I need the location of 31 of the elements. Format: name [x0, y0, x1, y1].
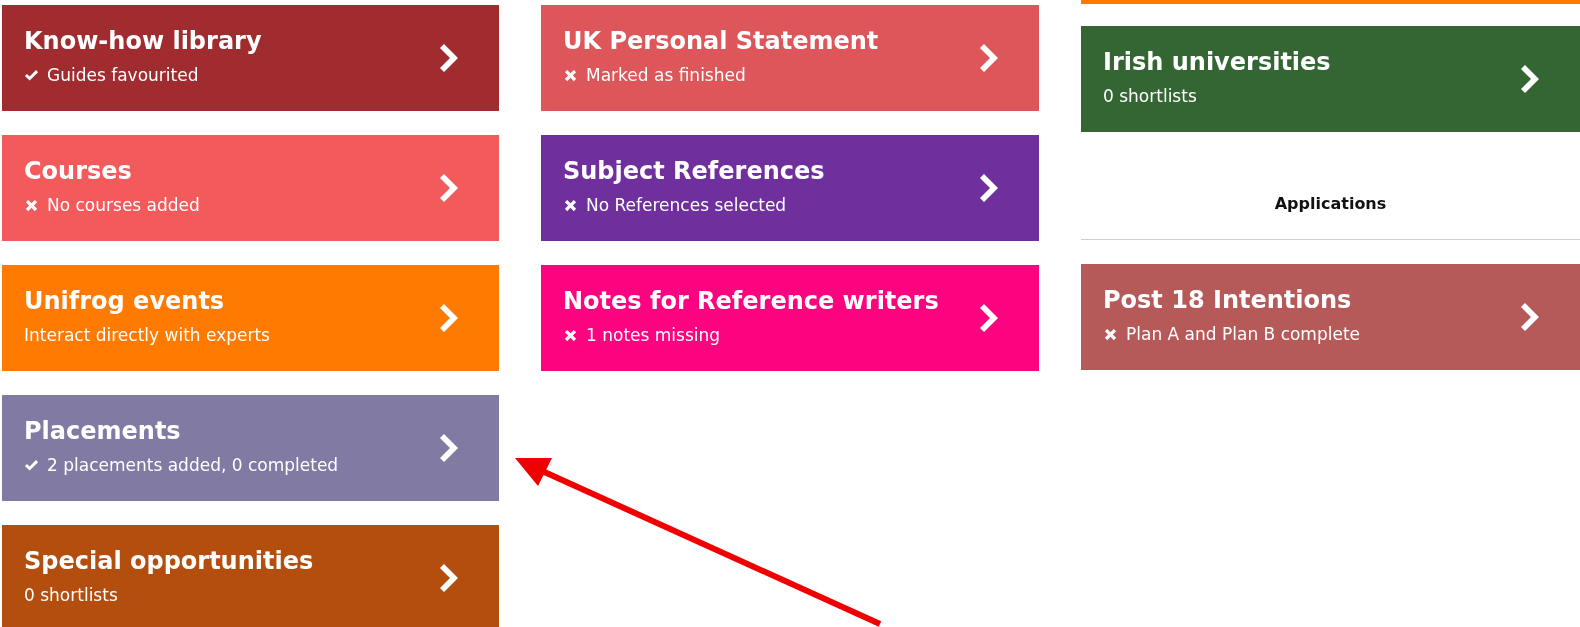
card-status: Interact directly with experts — [24, 325, 270, 345]
card-title: Post 18 Intentions — [1103, 286, 1353, 314]
nav-card[interactable]: Irish universities 0 shortlists — [1081, 26, 1580, 132]
card-title: Special opportunities — [24, 547, 314, 575]
nav-card[interactable]: Notes for Reference writers 1 notes missing — [541, 265, 1039, 371]
card-status: Plan A and Plan B complete — [1126, 324, 1361, 344]
card-status: No References selected — [586, 195, 787, 215]
nav-card[interactable]: Special opportunities 0 shortlists — [2, 525, 499, 627]
nav-card[interactable]: Subject References No References selected — [541, 135, 1039, 241]
card-title: Notes for Reference writers — [563, 287, 939, 315]
nav-card[interactable]: Unifrog events Interact directly with experts — [2, 265, 499, 371]
card-title: Placements — [24, 417, 182, 445]
card-title: Unifrog events — [24, 287, 226, 315]
card-status: Guides favourited — [47, 65, 199, 85]
card-title: Irish universities — [1103, 48, 1331, 76]
card-title: Subject References — [563, 157, 825, 185]
card-title: UK Personal Statement — [563, 27, 879, 55]
nav-card[interactable]: Courses No courses added — [2, 135, 499, 241]
card-status: 2 placements added, 0 completed — [47, 455, 339, 475]
card-title: Know-how library — [24, 27, 262, 55]
card-title: Courses — [24, 157, 133, 185]
nav-card[interactable]: Placements 2 placements added, 0 completed — [2, 395, 499, 501]
card-status: 1 notes missing — [586, 325, 721, 345]
nav-card[interactable]: Know-how library Guides favourited — [2, 5, 499, 111]
card-status: Marked as finished — [586, 65, 746, 85]
card-status: 0 shortlists — [1103, 86, 1197, 106]
nav-card[interactable]: Post 18 Intentions Plan A and Plan B complete — [1081, 264, 1580, 370]
nav-card[interactable]: UK Personal Statement Marked as finished — [541, 5, 1039, 111]
card-status: 0 shortlists — [24, 585, 118, 605]
card-status: No courses added — [47, 195, 200, 215]
section-heading: Applications — [1274, 194, 1387, 213]
